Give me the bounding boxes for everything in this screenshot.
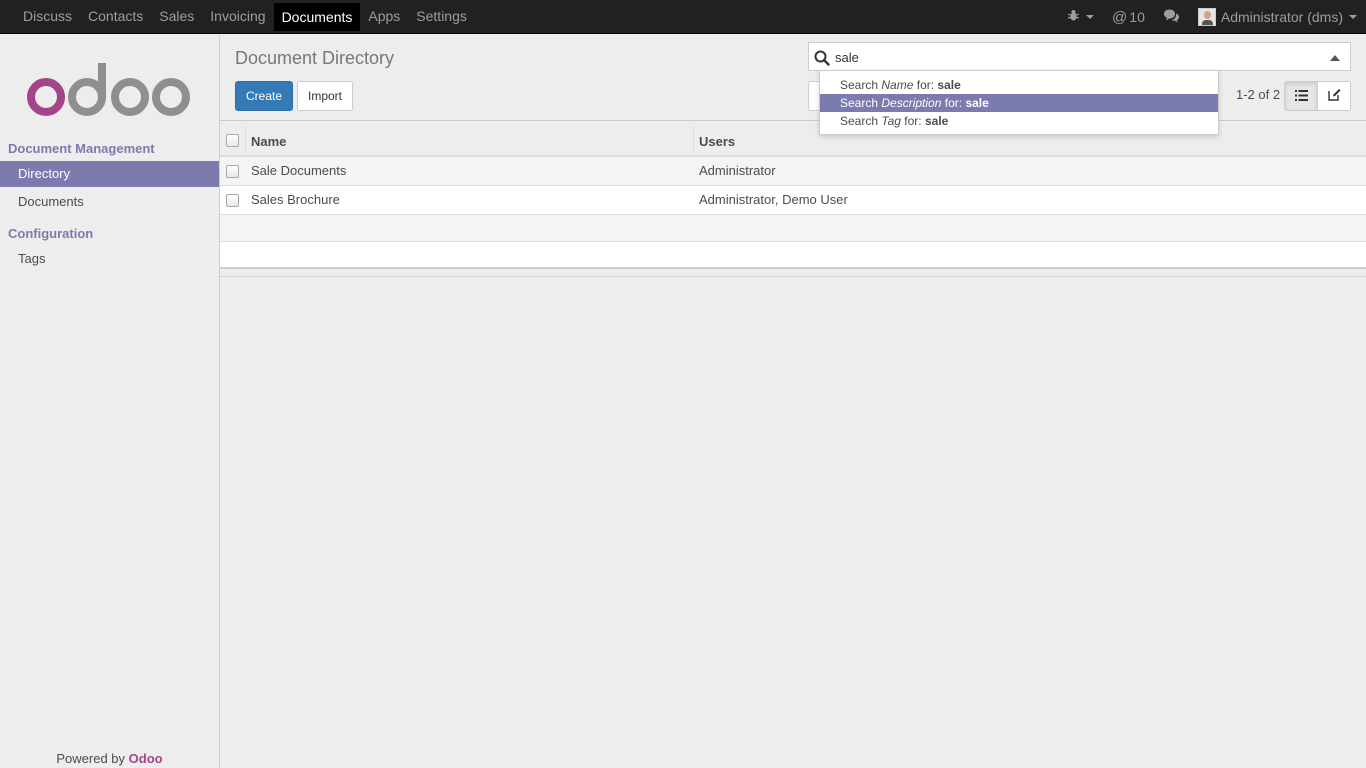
- autocomplete-item-tag[interactable]: Search Tag for: sale: [820, 112, 1218, 130]
- page-title: Document Directory: [235, 48, 395, 68]
- search-options-toggle-icon[interactable]: [1330, 55, 1340, 61]
- search-autocomplete: Search Name for: sale Search Description…: [819, 70, 1219, 135]
- sidebar: Document Management Directory Documents …: [0, 35, 220, 768]
- debug-menu[interactable]: [1058, 0, 1103, 34]
- column-divider: [245, 127, 246, 155]
- edit-icon: [1327, 88, 1341, 104]
- select-all-checkbox[interactable]: [226, 134, 239, 147]
- chevron-down-icon: [1086, 15, 1095, 19]
- empty-row: [220, 215, 1366, 242]
- top-navbar: Discuss Contacts Sales Invoicing Documen…: [0, 0, 1366, 34]
- app-apps[interactable]: Apps: [360, 0, 408, 34]
- comments-icon: [1163, 9, 1180, 26]
- row-checkbox[interactable]: [226, 165, 239, 178]
- app-discuss[interactable]: Discuss: [15, 0, 80, 34]
- table-row[interactable]: Sale Documents Administrator: [220, 157, 1366, 186]
- odoo-logo[interactable]: [26, 63, 194, 119]
- list-view-button[interactable]: [1284, 81, 1318, 111]
- powered-by-text: Powered by: [56, 751, 126, 766]
- cell-users: Administrator, Demo User: [699, 192, 848, 207]
- sidebar-item-directory[interactable]: Directory: [0, 161, 219, 187]
- pager-value[interactable]: 1-2 of 2: [1236, 87, 1280, 102]
- app-invoicing[interactable]: Invoicing: [202, 0, 273, 34]
- app-documents[interactable]: Documents: [273, 3, 361, 31]
- at-icon: @: [1112, 8, 1128, 26]
- empty-row: [220, 242, 1366, 269]
- user-menu[interactable]: Administrator (dms): [1189, 0, 1366, 34]
- form-view-button[interactable]: [1317, 81, 1351, 111]
- cell-name: Sales Brochure: [251, 192, 340, 207]
- app-sales[interactable]: Sales: [151, 0, 202, 34]
- cell-name: Sale Documents: [251, 163, 347, 178]
- user-name: Administrator (dms): [1220, 9, 1343, 25]
- avatar: [1197, 8, 1216, 26]
- column-header-name[interactable]: Name: [251, 134, 286, 149]
- sidebar-item-documents[interactable]: Documents: [0, 189, 219, 215]
- search-input[interactable]: [835, 48, 1315, 66]
- autocomplete-item-description[interactable]: Search Description for: sale: [820, 94, 1218, 112]
- import-button[interactable]: Import: [297, 81, 353, 111]
- app-menu: Discuss Contacts Sales Invoicing Documen…: [15, 0, 475, 34]
- list-icon: [1294, 89, 1308, 104]
- column-header-users[interactable]: Users: [699, 134, 735, 149]
- list-view: Name Users Sale Documents Administrator …: [220, 122, 1366, 269]
- table-row[interactable]: Sales Brochure Administrator, Demo User: [220, 186, 1366, 215]
- app-contacts[interactable]: Contacts: [80, 0, 151, 34]
- search-icon: [814, 50, 830, 66]
- autocomplete-item-name[interactable]: Search Name for: sale: [820, 76, 1218, 94]
- search-bar[interactable]: [808, 42, 1351, 71]
- list-bottom-divider: [220, 276, 1366, 277]
- powered-by: Powered by Odoo: [0, 751, 219, 766]
- cell-users: Administrator: [699, 163, 776, 178]
- row-checkbox[interactable]: [226, 194, 239, 207]
- chevron-down-icon: [1349, 15, 1357, 19]
- sidebar-section-document-management: Document Management: [8, 141, 155, 156]
- systray: @ 10 Administrator (dms): [1058, 0, 1366, 34]
- powered-by-link[interactable]: Odoo: [129, 751, 163, 766]
- column-divider: [693, 127, 694, 155]
- app-settings[interactable]: Settings: [408, 0, 475, 34]
- messages-menu[interactable]: @ 10: [1103, 0, 1154, 34]
- bug-icon: [1067, 9, 1080, 25]
- chat-menu[interactable]: [1154, 0, 1189, 34]
- sidebar-section-configuration: Configuration: [8, 226, 94, 241]
- messages-count: 10: [1129, 9, 1145, 25]
- sidebar-item-tags[interactable]: Tags: [0, 246, 219, 272]
- create-button[interactable]: Create: [235, 81, 293, 111]
